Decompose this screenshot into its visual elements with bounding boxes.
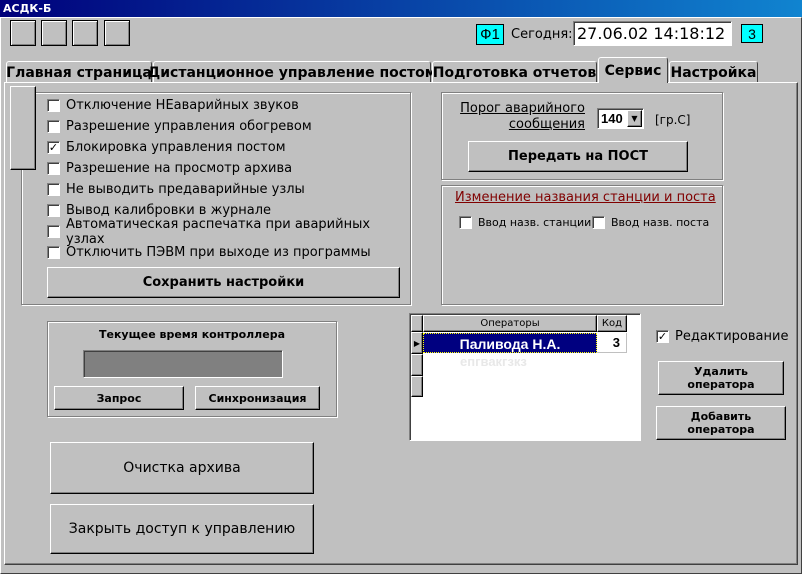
- close-control-access-button[interactable]: Закрыть доступ к управлению: [50, 504, 314, 554]
- setting-archive-view[interactable]: Разрешение на просмотр архива: [47, 158, 407, 179]
- edit-mode-toggle[interactable]: ✓ Редактирование: [656, 326, 788, 347]
- checkbox[interactable]: [47, 183, 60, 196]
- column-header-code[interactable]: Код: [597, 315, 627, 332]
- save-settings-button[interactable]: Сохранить настройки: [47, 267, 400, 298]
- threshold-unit: [гр.С]: [655, 113, 691, 127]
- checkbox[interactable]: [47, 162, 60, 175]
- toolbar-square-3[interactable]: [72, 20, 98, 46]
- column-header-operators[interactable]: Операторы: [423, 315, 597, 332]
- station-name-input-toggle[interactable]: Ввод назв. станции: [459, 212, 591, 233]
- window-title-bar[interactable]: АСДК-Б: [0, 0, 802, 17]
- datetime-display: 27.06.02 14:18:12: [573, 21, 732, 46]
- clear-archive-button[interactable]: Очистка архива: [50, 442, 314, 494]
- toolbar-square-2[interactable]: [41, 20, 67, 46]
- controller-time-display: [83, 350, 283, 378]
- grid-corner: [411, 315, 423, 332]
- setting-nonalarm-sounds[interactable]: Отключение НЕаварийных звуков: [47, 95, 407, 116]
- send-to-post-button[interactable]: Передать на ПОСТ: [468, 141, 688, 172]
- tab-reports[interactable]: Подготовка отчетов: [432, 61, 597, 83]
- request-button[interactable]: Запрос: [54, 386, 184, 410]
- post-name-input-toggle[interactable]: Ввод назв. поста: [592, 212, 709, 233]
- ghost-row-text: епгвакгзкз: [460, 354, 527, 369]
- tab-main[interactable]: Главная страница: [6, 61, 152, 83]
- f1-indicator[interactable]: Ф1: [476, 24, 504, 45]
- checkbox[interactable]: [459, 216, 472, 229]
- station-rename-title: Изменение названия станции и поста: [455, 190, 716, 205]
- checkbox[interactable]: [47, 246, 60, 259]
- threshold-label: Порог аварийного сообщения: [460, 101, 585, 132]
- toolbar-square-4[interactable]: [104, 20, 130, 46]
- row-indicator: [411, 354, 423, 376]
- current-row-arrow-icon: ▶: [411, 332, 423, 354]
- today-label: Сегодня:: [511, 27, 573, 42]
- counter-badge: 3: [741, 24, 763, 43]
- operator-name-cell[interactable]: Паливода Н.А.: [423, 333, 597, 353]
- window-title: АСДК-Б: [3, 2, 52, 15]
- checkbox[interactable]: [47, 99, 60, 112]
- operators-grid[interactable]: Операторы Код ▶ Паливода Н.А. 3 епгвакгз…: [409, 313, 641, 441]
- setting-block-post-control[interactable]: ✓ Блокировка управления постом: [47, 137, 407, 158]
- controller-time-title: Текущее время контроллера: [99, 328, 285, 341]
- threshold-select[interactable]: 140 ▼: [597, 108, 644, 129]
- setting-auto-print[interactable]: Автоматическая распечатка при аварийных …: [47, 217, 407, 247]
- setting-prealarm-nodes[interactable]: Не выводить предаварийные узлы: [47, 179, 407, 200]
- add-operator-button[interactable]: Добавить оператора: [656, 406, 786, 440]
- setting-shutdown-pc[interactable]: Отключить ПЭВМ при выходе из программы: [47, 242, 407, 263]
- chevron-down-icon[interactable]: ▼: [627, 110, 642, 127]
- setting-heating-control[interactable]: Разрешение управления обогревом: [47, 116, 407, 137]
- settings-side-handle[interactable]: [10, 86, 36, 170]
- checkbox[interactable]: [592, 216, 605, 229]
- checkbox[interactable]: [47, 204, 60, 217]
- operator-code-cell[interactable]: 3: [597, 333, 627, 353]
- sync-button[interactable]: Синхронизация: [195, 386, 320, 410]
- checkbox[interactable]: [47, 225, 60, 238]
- checkbox-checked[interactable]: ✓: [47, 141, 60, 154]
- checkbox-checked[interactable]: ✓: [656, 330, 669, 343]
- checkbox[interactable]: [47, 120, 60, 133]
- toolbar-square-1[interactable]: [10, 20, 36, 46]
- tab-settings[interactable]: Настройка: [669, 61, 758, 83]
- tab-service[interactable]: Сервис: [598, 57, 668, 83]
- settings-checkbox-list: Отключение НЕаварийных звуков Разрешение…: [47, 95, 407, 263]
- tab-remote-control[interactable]: Дистанционное управление постом: [148, 61, 436, 83]
- row-indicator: [411, 376, 423, 397]
- delete-operator-button[interactable]: Удалить оператора: [658, 361, 784, 395]
